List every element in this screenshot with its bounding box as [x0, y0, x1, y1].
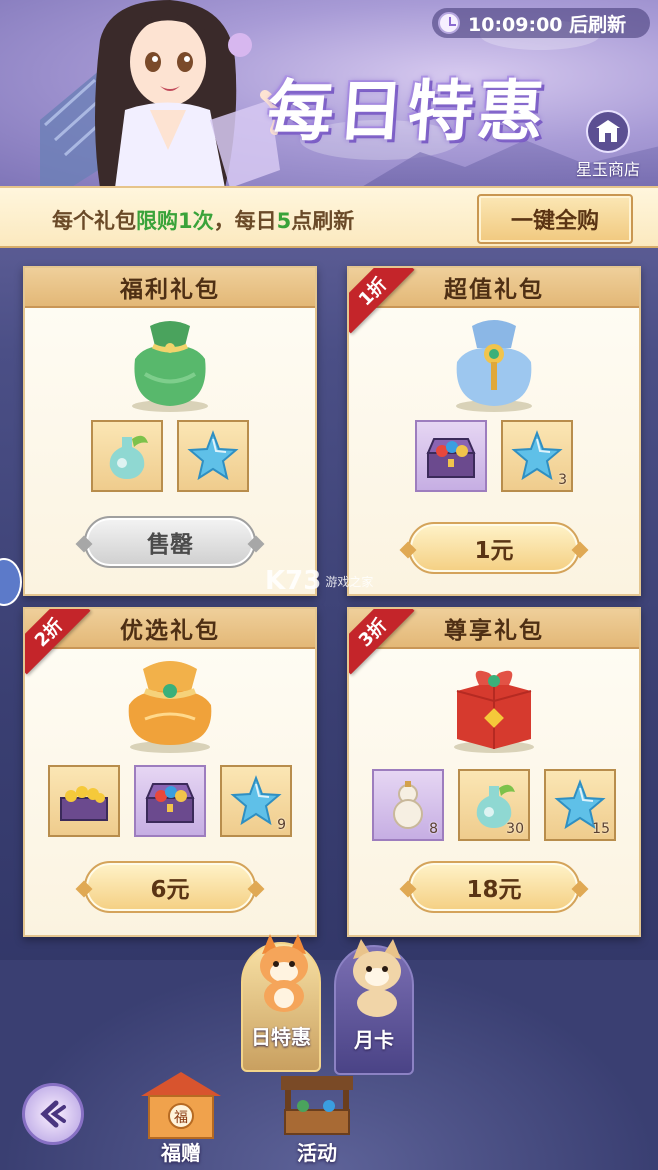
reward-item[interactable]: 8 [372, 769, 444, 841]
item-count: 8 [429, 821, 438, 837]
star-gem-icon [511, 430, 563, 481]
fox-pet-icon [260, 934, 308, 1012]
rule-text-part: 点刷新 [291, 209, 355, 233]
reward-item[interactable] [91, 420, 163, 492]
buy-price-button[interactable]: 18元 [408, 861, 580, 913]
gourd-icon [393, 781, 423, 829]
gift-house-icon: 福 [141, 1072, 221, 1139]
reward-items: 9 [25, 765, 315, 837]
purchase-rule-text: 每个礼包限购1次，每日5点刷新 [52, 205, 354, 235]
nav-label: 福赠 [161, 1141, 201, 1165]
rule-highlight: 限购1次 [136, 209, 214, 233]
item-count: 9 [277, 817, 286, 833]
treasure-chest-icon [145, 783, 195, 823]
reward-item[interactable]: 15 [544, 769, 616, 841]
shop-label: 星玉商店 [575, 160, 640, 179]
package-card-value: 超值礼包 1折 3 1元 [347, 266, 641, 596]
reward-item[interactable] [134, 765, 206, 837]
blue-bag-icon [456, 320, 532, 412]
reward-items: 8 30 15 [349, 769, 639, 841]
back-button[interactable] [22, 1083, 84, 1145]
tab-monthly-card[interactable]: 月卡 [334, 939, 414, 1075]
reward-item[interactable]: 30 [458, 769, 530, 841]
reward-items: 3 [349, 420, 639, 492]
clock-icon [438, 12, 460, 34]
tab-label: 日特惠 [251, 1025, 311, 1049]
item-count: 30 [506, 821, 524, 837]
refresh-timer: 10:09:00 后刷新 [432, 8, 650, 38]
activity-stall-icon [281, 1076, 353, 1135]
page-title: 每日特惠 [264, 72, 551, 150]
package-title: 福利礼包 [25, 268, 315, 308]
watermark-sub: 游戏之家 [325, 575, 374, 589]
item-count: 3 [558, 472, 567, 488]
nav-label: 活动 [297, 1141, 337, 1165]
tab-daily-deal[interactable]: 日特惠 [241, 934, 321, 1072]
watermark-brand: K73 [265, 566, 322, 596]
svg-text:福: 福 [174, 1110, 188, 1126]
cat-pet-icon [353, 939, 401, 1017]
treasure-chest-icon [426, 438, 476, 478]
red-giftbox-icon [454, 670, 534, 753]
info-bar: 每个礼包限购1次，每日5点刷新 一键全购 [0, 186, 658, 248]
watermark: K73 游戏之家 [265, 566, 373, 596]
package-card-welfare: 福利礼包 售罄 [23, 266, 317, 596]
buy-all-button[interactable]: 一键全购 [477, 194, 633, 244]
reward-items [25, 420, 315, 492]
potion-icon [109, 435, 148, 479]
rule-text-part: 每个礼包 [52, 209, 136, 233]
star-gem-icon [187, 430, 239, 481]
star-jade-shop-button[interactable]: 星玉商店 [566, 110, 650, 180]
banner: 10:09:00 后刷新 每日特惠 星玉商店 [0, 0, 658, 188]
reward-item[interactable]: 3 [501, 420, 573, 492]
tab-label: 月卡 [354, 1028, 394, 1052]
sold-out-button[interactable]: 售罄 [84, 516, 256, 568]
gold-chest-icon [60, 786, 108, 821]
nav-gift[interactable]: 福 福赠 [126, 1066, 236, 1166]
back-arrow-icon [40, 1100, 66, 1128]
orange-bag-icon [128, 661, 212, 753]
heroine-illustration [40, 0, 284, 188]
shop-icon [586, 110, 630, 153]
item-count: 15 [592, 821, 610, 837]
green-bag-icon [132, 321, 208, 412]
refresh-timer-text: 10:09:00 后刷新 [468, 13, 627, 36]
star-gem-icon [230, 775, 282, 826]
rule-text-part: ，每日 [213, 209, 277, 233]
nav-activity[interactable]: 活动 [262, 1066, 372, 1166]
rule-highlight: 5 [276, 209, 292, 233]
reward-item[interactable] [177, 420, 249, 492]
reward-item[interactable] [48, 765, 120, 837]
reward-item[interactable] [415, 420, 487, 492]
package-card-select: 优选礼包 2折 9 6元 [23, 607, 317, 937]
reward-item[interactable]: 9 [220, 765, 292, 837]
buy-price-button[interactable]: 6元 [84, 861, 256, 913]
package-card-premium: 尊享礼包 3折 8 30 15 18元 [347, 607, 641, 937]
side-float-icon[interactable] [0, 558, 22, 606]
buy-price-button[interactable]: 1元 [408, 522, 580, 574]
